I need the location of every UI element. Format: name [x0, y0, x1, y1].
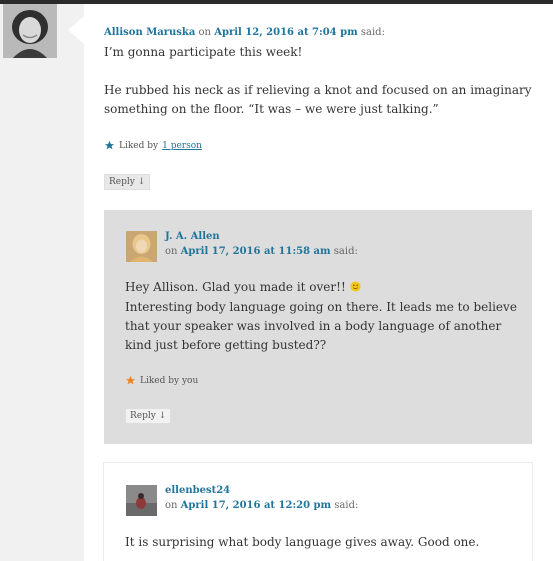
liked-prefix: Liked by: [119, 140, 159, 151]
said-label: said:: [333, 246, 358, 257]
reply1-liked: Liked by you: [125, 375, 198, 386]
said-label: said:: [334, 500, 359, 511]
reply1-line1: Hey Allison. Glad you made it over!!: [125, 280, 346, 294]
reply1-author-link[interactable]: J. A. Allen: [165, 231, 220, 242]
reply1-meta-author: J. A. Allen: [165, 230, 220, 244]
comment-meta: Allison Maruska on April 12, 2016 at 7:0…: [104, 26, 385, 40]
reply1-date-link[interactable]: April 17, 2016 at 11:58 am: [181, 246, 331, 257]
reply-button[interactable]: Reply ↓: [104, 174, 151, 190]
reply2-text: It is surprising what body language give…: [125, 535, 480, 549]
liked-by: Liked by 1 person: [104, 140, 202, 151]
comment-pointer: [68, 16, 84, 44]
on-label: on: [165, 500, 178, 511]
comment-text-1: I’m gonna participate this week!: [104, 45, 303, 59]
reply1-meta-date: on April 17, 2016 at 11:58 am said:: [165, 245, 358, 259]
comment-date-link[interactable]: April 12, 2016 at 7:04 pm: [214, 27, 358, 38]
liked-by-you: Liked by you: [140, 375, 199, 386]
reply2-date-link[interactable]: April 17, 2016 at 12:20 pm: [181, 500, 331, 511]
reply1-text: Hey Allison. Glad you made it over!! Int…: [125, 278, 520, 355]
reply2-author-link[interactable]: ellenbest24: [165, 485, 230, 496]
avatar-ja-allen[interactable]: [126, 231, 157, 262]
star-icon: [104, 140, 115, 150]
star-icon: [125, 375, 136, 385]
comment-author-link[interactable]: Allison Maruska: [104, 27, 195, 38]
reply1-line2: Interesting body language going on there…: [125, 300, 517, 352]
on-label: on: [198, 27, 211, 38]
on-label: on: [165, 246, 178, 257]
avatar-ellenbest24[interactable]: [126, 485, 157, 516]
liked-person-link[interactable]: 1 person: [162, 141, 202, 151]
avatar-allison[interactable]: [3, 4, 57, 58]
reply2-meta-date: on April 17, 2016 at 12:20 pm said:: [165, 499, 358, 513]
reply2-meta-author: ellenbest24: [165, 484, 230, 498]
said-label: said:: [360, 27, 385, 38]
comment-text-2: He rubbed his neck as if relieving a kno…: [104, 83, 532, 116]
smiley-icon: [350, 279, 361, 298]
reply1-reply-button[interactable]: Reply ↓: [125, 408, 172, 424]
